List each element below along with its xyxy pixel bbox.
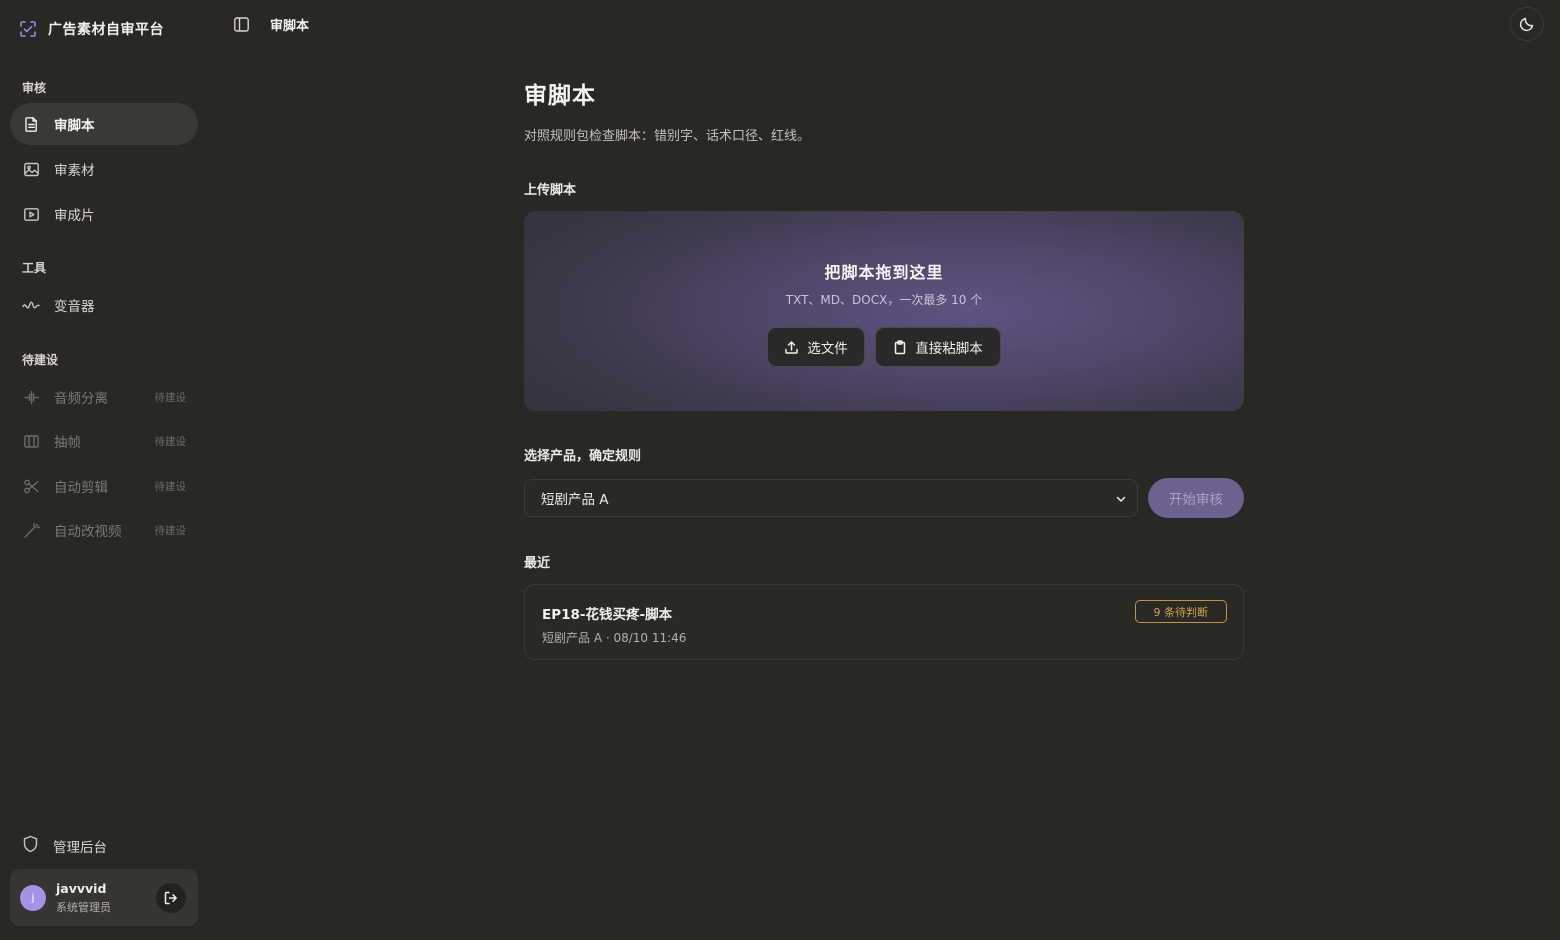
paste-script-label: 直接粘脚本 (915, 341, 983, 357)
sidebar-item-review-material[interactable]: 审素材 (10, 148, 198, 190)
waveform-icon (22, 296, 40, 314)
sidebar-item-review-video[interactable]: 审成片 (10, 193, 198, 235)
sidebar-item-label: 抽帧 (54, 435, 81, 451)
theme-toggle-button[interactable] (1510, 7, 1544, 41)
upload-icon (785, 340, 798, 354)
product-select[interactable]: 短剧产品 A (524, 479, 1138, 517)
recent-label: 最近 (524, 556, 551, 571)
user-meta: javvvid 系统管理员 (56, 881, 111, 915)
logo-icon (18, 19, 38, 39)
sidebar-item-label: 审成片 (54, 208, 95, 224)
dropzone-title: 把脚本拖到这里 (824, 263, 944, 282)
pending-tag: 待建设 (154, 435, 187, 448)
upload-dropzone[interactable]: 把脚本拖到这里 TXT、MD、DOCX，一次最多 10 个 选文件 直接粘脚本 (524, 211, 1244, 411)
sidebar-item-audio-split[interactable]: 音频分离 待建设 (10, 376, 198, 418)
sidebar-item-label: 审脚本 (54, 118, 95, 134)
sidebar: 广告素材自审平台 审核 审脚本 审素材 审成片 工具 变音器 待建设 音频分离 … (0, 0, 208, 940)
user-role: 系统管理员 (56, 900, 111, 914)
sidebar-item-frame-extract[interactable]: 抽帧 待建设 (10, 420, 198, 462)
sidebar-item-label: 变音器 (54, 299, 95, 315)
dropzone-hint: TXT、MD、DOCX，一次最多 10 个 (785, 293, 983, 307)
sidebar-item-auto-edit[interactable]: 自动剪辑 待建设 (10, 465, 198, 507)
user-card: j javvvid 系统管理员 (10, 869, 198, 926)
upload-label: 上传脚本 (524, 183, 577, 198)
logout-icon (164, 891, 177, 905)
list-item[interactable]: EP18-花钱买疼-脚本 短剧产品 A · 08/10 11:46 9 条待判断 (524, 584, 1244, 660)
sidebar-item-label: 审素材 (54, 163, 95, 179)
magic-wand-icon (22, 521, 40, 539)
choose-file-button[interactable]: 选文件 (767, 327, 865, 367)
scissors-icon (22, 477, 40, 495)
choose-file-label: 选文件 (807, 341, 848, 357)
sidebar-item-review-script[interactable]: 审脚本 (10, 103, 198, 145)
sidebar-item-voice-changer[interactable]: 变音器 (10, 284, 198, 326)
avatar[interactable]: j (20, 884, 46, 911)
sidebar-toggle-icon (233, 16, 249, 32)
sidebar-item-admin[interactable]: 管理后台 (10, 825, 198, 867)
pending-tag: 待建设 (154, 391, 187, 404)
pending-tag: 待建设 (154, 480, 187, 493)
logout-button[interactable] (156, 883, 186, 913)
paste-script-button[interactable]: 直接粘脚本 (875, 327, 1001, 367)
section-label-review: 审核 (22, 81, 47, 95)
pending-tag: 待建设 (154, 524, 187, 537)
status-badge: 9 条待判断 (1134, 600, 1227, 623)
section-label-pending: 待建设 (22, 353, 59, 367)
toggle-sidebar-button[interactable] (231, 14, 251, 34)
brand[interactable]: 广告素材自审平台 (18, 17, 164, 41)
page-description: 对照规则包检查脚本：错别字、话术口径、红线。 (524, 129, 811, 144)
product-label: 选择产品，确定规则 (524, 449, 642, 464)
app-root: 广告素材自审平台 审核 审脚本 审素材 审成片 工具 变音器 待建设 音频分离 … (0, 0, 1560, 940)
document-icon (22, 115, 40, 133)
user-name: javvvid (56, 880, 107, 896)
audio-split-icon (22, 388, 40, 406)
breadcrumb: 审脚本 (270, 19, 310, 34)
image-icon (22, 160, 40, 178)
clipboard-icon (895, 339, 906, 354)
sidebar-item-label: 自动剪辑 (54, 480, 108, 496)
chevron-down-icon (1116, 496, 1126, 502)
start-review-button[interactable]: 开始审核 (1148, 478, 1244, 518)
shield-icon (22, 835, 39, 857)
sidebar-item-label: 音频分离 (54, 391, 108, 407)
app-name: 广告素材自审平台 (48, 22, 164, 38)
page-title: 审脚本 (524, 83, 596, 109)
moon-icon (1519, 17, 1534, 32)
sidebar-item-auto-modify-video[interactable]: 自动改视频 待建设 (10, 509, 198, 551)
sidebar-item-label: 管理后台 (53, 840, 107, 856)
section-label-tools: 工具 (22, 261, 47, 275)
frames-icon (22, 432, 40, 450)
video-icon (22, 205, 40, 223)
product-select-value: 短剧产品 A (541, 492, 609, 508)
recent-item-title: EP18-花钱买疼-脚本 (542, 607, 673, 623)
recent-item-subtitle: 短剧产品 A · 08/10 11:46 (542, 631, 687, 645)
sidebar-item-label: 自动改视频 (54, 524, 122, 540)
